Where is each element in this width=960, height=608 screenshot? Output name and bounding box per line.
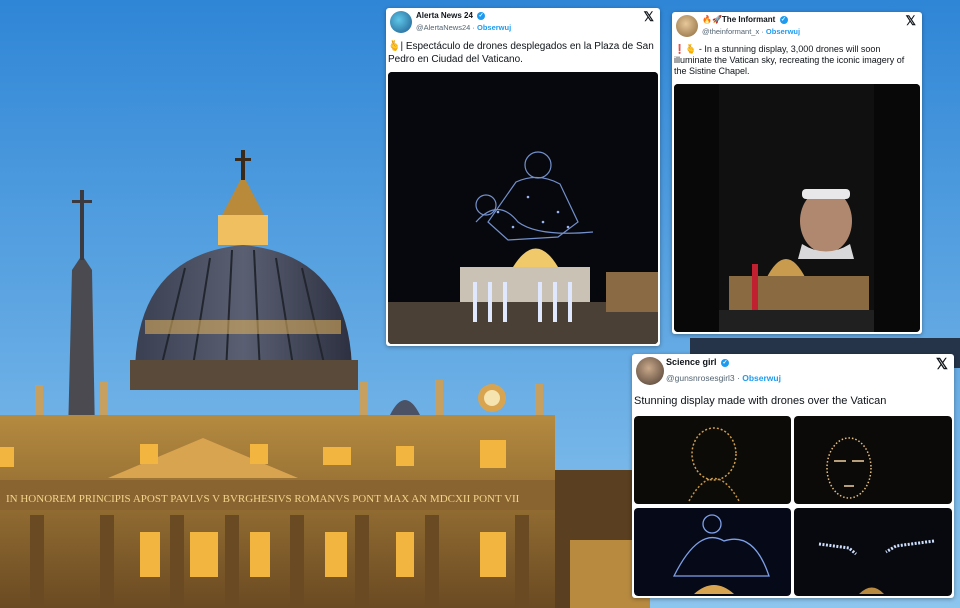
author-name[interactable]: Alerta News 24 — [416, 11, 473, 20]
tweet-text: Stunning display made with drones over t… — [634, 395, 887, 407]
x-logo-icon[interactable]: 𝕏 — [906, 13, 916, 29]
verified-badge-icon: ✓ — [477, 11, 486, 20]
drone-pope-portrait-photo — [674, 84, 920, 332]
x-logo-icon[interactable]: 𝕏 — [936, 355, 948, 373]
tweet-card-the-informant[interactable]: 🔥🚀The Informant ✓ @theinformant_x · Obse… — [672, 12, 922, 334]
avatar[interactable] — [676, 15, 698, 37]
follow-button[interactable]: Obserwuj — [766, 27, 800, 36]
author-handle[interactable]: @gunsnrosesgirl3 — [666, 373, 735, 383]
tweet-media-image[interactable] — [388, 72, 658, 344]
author-name[interactable]: 🔥🚀The Informant — [702, 15, 775, 24]
tweet-text: 🫰| Espectáculo de drones desplegados en … — [388, 41, 654, 65]
tweet-text: ❗🫰 - In a stunning display, 3,000 drones… — [674, 44, 905, 76]
follow-button[interactable]: Obserwuj — [477, 23, 511, 32]
author-handle[interactable]: @theinformant_x — [702, 27, 759, 36]
facade-inscription: IN HONOREM PRINCIPIS APOST PAVLVS V BVRG… — [6, 493, 520, 505]
avatar[interactable] — [390, 11, 412, 33]
tweet-media-grid[interactable] — [634, 416, 952, 596]
drone-images-grid — [634, 416, 952, 596]
tweet-header: Science girl ✓ @gunsnrosesgirl3 · Obserw… — [632, 354, 954, 390]
author-handle[interactable]: @AlertaNews24 — [416, 23, 470, 32]
avatar[interactable] — [636, 357, 664, 385]
x-logo-icon[interactable]: 𝕏 — [644, 9, 654, 25]
follow-button[interactable]: Obserwuj — [742, 373, 781, 383]
tweet-card-science-girl[interactable]: Science girl ✓ @gunsnrosesgirl3 · Obserw… — [632, 354, 954, 598]
drone-pieta-photo — [388, 72, 658, 344]
tweet-header: 🔥🚀The Informant ✓ @theinformant_x · Obse… — [672, 12, 922, 48]
tweet-header: Alerta News 24 ✓ @AlertaNews24 · Obserwu… — [386, 8, 660, 44]
verified-badge-icon: ✓ — [779, 15, 788, 24]
tweet-media-video[interactable] — [674, 84, 920, 332]
author-name[interactable]: Science girl — [666, 357, 717, 367]
verified-badge-icon: ✓ — [721, 358, 730, 367]
tweet-card-alerta-news[interactable]: Alerta News 24 ✓ @AlertaNews24 · Obserwu… — [386, 8, 660, 346]
